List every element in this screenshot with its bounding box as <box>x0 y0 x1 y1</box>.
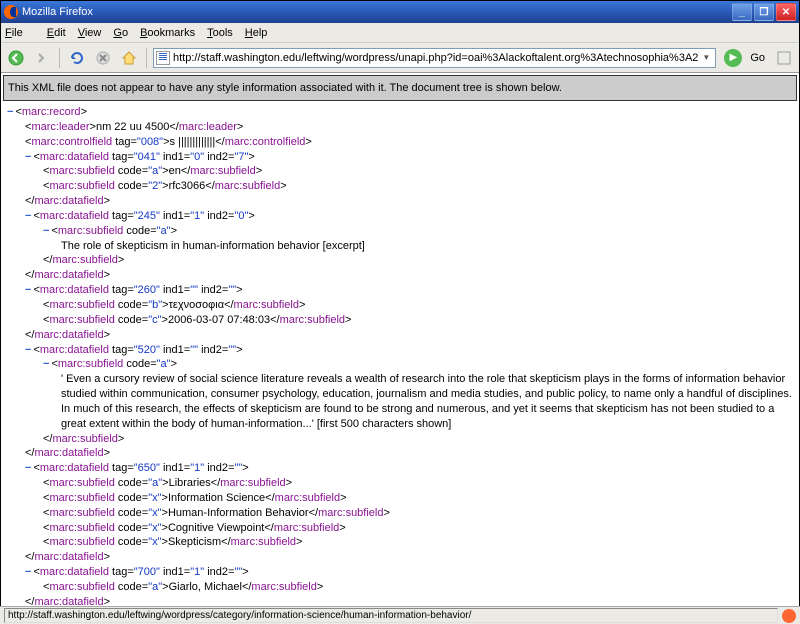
menu-bookmarks[interactable]: Bookmarks <box>140 27 195 39</box>
menu-tools[interactable]: Tools <box>207 27 233 39</box>
minimize-button[interactable]: _ <box>732 3 752 21</box>
url-bar[interactable]: ▼ <box>153 48 716 68</box>
tree-toggle[interactable]: − <box>43 225 49 237</box>
home-button[interactable] <box>118 47 140 69</box>
stop-button[interactable] <box>92 47 114 69</box>
close-button[interactable]: ✕ <box>776 3 796 21</box>
menu-bar: File Edit View Go Bookmarks Tools Help <box>1 23 799 43</box>
status-text: http://staff.washington.edu/leftwing/wor… <box>4 608 778 623</box>
back-button[interactable] <box>5 47 27 69</box>
status-bar: http://staff.washington.edu/leftwing/wor… <box>0 606 800 624</box>
xml-tree: −<marc:record><marc:leader>nm 22 uu 4500… <box>1 101 799 615</box>
status-icon <box>782 609 796 623</box>
tree-toggle[interactable]: − <box>43 358 49 370</box>
tree-toggle[interactable]: − <box>25 210 31 222</box>
maximize-button[interactable]: ❐ <box>754 3 774 21</box>
menu-view[interactable]: View <box>78 27 102 39</box>
search-icon[interactable] <box>773 47 795 69</box>
tree-toggle[interactable]: − <box>25 344 31 356</box>
reload-button[interactable] <box>66 47 88 69</box>
forward-button[interactable] <box>31 47 53 69</box>
firefox-icon <box>4 5 18 19</box>
tree-toggle[interactable]: − <box>25 566 31 578</box>
menu-file[interactable]: File <box>5 27 35 39</box>
window-titlebar: Mozilla Firefox _ ❐ ✕ <box>1 1 799 23</box>
url-dropdown[interactable]: ▼ <box>699 53 713 62</box>
menu-help[interactable]: Help <box>245 27 268 39</box>
go-button[interactable]: ▶ <box>724 49 742 67</box>
navigation-toolbar: ▼ ▶ Go <box>1 43 799 73</box>
tree-toggle[interactable]: − <box>25 462 31 474</box>
go-label: Go <box>750 52 765 64</box>
tree-toggle[interactable]: − <box>25 284 31 296</box>
window-title: Mozilla Firefox <box>22 6 93 18</box>
menu-go[interactable]: Go <box>113 27 128 39</box>
url-input[interactable] <box>173 50 699 66</box>
xml-info-bar: This XML file does not appear to have an… <box>3 75 797 101</box>
tree-toggle[interactable]: − <box>25 151 31 163</box>
tree-toggle[interactable]: − <box>7 106 13 118</box>
page-icon <box>156 51 170 65</box>
menu-edit[interactable]: Edit <box>47 27 66 39</box>
